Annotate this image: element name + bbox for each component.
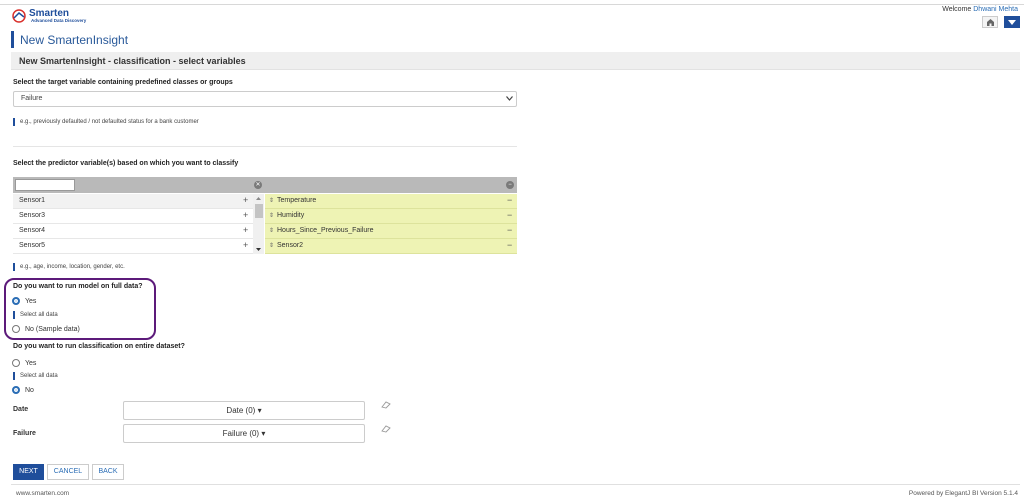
list-item-label: Sensor2 — [277, 242, 304, 249]
welcome-label: Welcome — [942, 6, 972, 13]
caret-down-icon — [1008, 19, 1016, 25]
list-item[interactable]: ⇕ Sensor2 − — [265, 239, 517, 254]
drag-handle-icon[interactable]: ⇕ — [269, 212, 274, 219]
cancel-button[interactable]: CANCEL — [47, 464, 89, 480]
selected-list-header — [265, 177, 517, 193]
entire-dataset-yes-hint: Select all data — [20, 373, 58, 379]
section-divider — [13, 146, 517, 147]
user-menu-button[interactable] — [1004, 16, 1020, 28]
logo-icon — [12, 9, 26, 23]
logo-subtitle: Advanced Data Discovery — [31, 18, 87, 23]
caret-down-icon: ▾ — [257, 406, 262, 415]
target-variable-value: Failure — [21, 95, 43, 102]
list-item[interactable]: Sensor5 + — [13, 239, 253, 254]
add-icon[interactable]: + — [243, 210, 248, 220]
hint-accent-bar — [13, 118, 15, 126]
predictor-label: Select the predictor variable(s) based o… — [13, 160, 239, 167]
back-button[interactable]: BACK — [92, 464, 124, 480]
entire-dataset-yes-label[interactable]: Yes — [25, 360, 36, 367]
list-item[interactable]: ⇕ Humidity − — [265, 209, 517, 224]
footer-version: Powered by ElegantJ BI Version 5.1.4 — [908, 490, 1018, 497]
predictor-hint: e.g., age, income, location, gender, etc… — [20, 264, 125, 270]
footer-divider — [11, 484, 1020, 485]
page-title: New SmartenInsight — [20, 33, 129, 47]
eraser-icon[interactable] — [381, 425, 391, 435]
footer-link[interactable]: www.smarten.com — [16, 490, 69, 497]
list-item-label: Sensor4 — [19, 227, 46, 234]
user-name[interactable]: Dhwani Mehta — [973, 6, 1018, 13]
available-list-scrollbar[interactable] — [253, 194, 264, 254]
list-item[interactable]: Sensor1 + — [13, 194, 253, 209]
section-title: New SmartenInsight - classification - se… — [19, 56, 246, 66]
list-item-label: Sensor1 — [19, 197, 46, 204]
welcome-text: Welcome Dhwani Mehta — [942, 6, 1018, 13]
list-item[interactable]: ⇕ Hours_Since_Previous_Failure − — [265, 224, 517, 239]
chevron-down-icon — [506, 94, 513, 103]
list-item-label: Humidity — [277, 212, 305, 219]
remove-icon[interactable]: − — [507, 195, 512, 205]
list-item-label: Temperature — [277, 197, 317, 204]
home-button[interactable] — [982, 16, 998, 28]
add-icon[interactable]: + — [243, 195, 248, 205]
entire-dataset-question: Do you want to run classification on ent… — [13, 343, 185, 350]
date-filter-value: Date (0) — [226, 406, 256, 415]
remove-icon[interactable]: − — [507, 210, 512, 220]
add-icon[interactable]: + — [243, 240, 248, 250]
target-variable-label: Select the target variable containing pr… — [13, 79, 233, 86]
scrollbar-thumb[interactable] — [255, 204, 263, 218]
list-item-label: Sensor5 — [19, 242, 46, 249]
entire-dataset-no-radio[interactable] — [12, 386, 20, 394]
list-item-label: Sensor3 — [19, 212, 46, 219]
add-icon[interactable]: + — [243, 225, 248, 235]
highlight-annotation — [4, 278, 156, 340]
entire-dataset-yes-radio[interactable] — [12, 359, 20, 367]
entire-dataset-no-label[interactable]: No — [25, 387, 34, 394]
top-divider — [0, 4, 1024, 5]
drag-handle-icon[interactable]: ⇕ — [269, 242, 274, 249]
next-button[interactable]: NEXT — [13, 464, 44, 480]
remove-icon[interactable]: − — [507, 240, 512, 250]
home-icon — [986, 19, 994, 26]
selected-variables-list[interactable]: ⇕ Temperature − ⇕ Humidity − ⇕ Hours_Sin… — [265, 194, 517, 254]
list-item[interactable]: Sensor3 + — [13, 209, 253, 224]
remove-all-selected-icon[interactable]: − — [506, 181, 514, 189]
available-variables-list[interactable]: Sensor1 + Sensor3 + Sensor4 + Sensor5 + — [13, 194, 265, 254]
date-filter-label: Date — [13, 406, 29, 413]
list-item-label: Hours_Since_Previous_Failure — [277, 227, 374, 234]
target-hint: e.g., previously defaulted / not default… — [20, 119, 199, 125]
drag-handle-icon[interactable]: ⇕ — [269, 197, 274, 204]
clear-all-available-icon[interactable]: ✕ — [254, 181, 262, 189]
remove-icon[interactable]: − — [507, 225, 512, 235]
caret-down-icon: ▾ — [261, 429, 266, 438]
title-accent-bar — [11, 31, 14, 48]
drag-handle-icon[interactable]: ⇕ — [269, 227, 274, 234]
failure-filter-value: Failure (0) — [222, 429, 260, 438]
predictor-search-input[interactable] — [15, 179, 75, 191]
date-filter-dropdown[interactable]: Date (0) ▾ — [123, 401, 365, 420]
failure-filter-label: Failure — [13, 430, 36, 437]
failure-filter-dropdown[interactable]: Failure (0) ▾ — [123, 424, 365, 443]
hint-accent-bar — [13, 372, 15, 380]
list-item[interactable]: Sensor4 + — [13, 224, 253, 239]
target-variable-select[interactable] — [13, 91, 517, 107]
eraser-icon[interactable] — [381, 401, 391, 411]
list-item[interactable]: ⇕ Temperature − — [265, 194, 517, 209]
hint-accent-bar — [13, 263, 15, 271]
